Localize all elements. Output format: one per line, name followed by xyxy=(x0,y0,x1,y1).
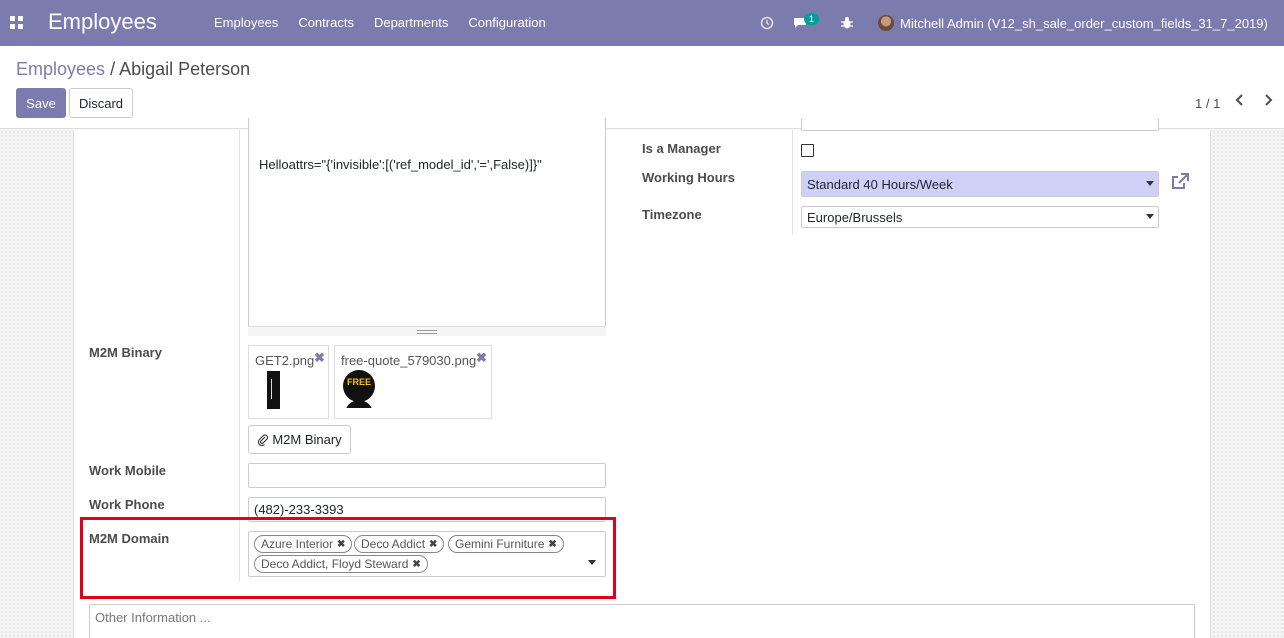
user-name: Mitchell Admin (V12_sh_sale_order_custom… xyxy=(900,15,1268,31)
timezone-dropdown-icon[interactable] xyxy=(1146,214,1154,219)
work-phone-label: Work Phone xyxy=(89,497,165,512)
label-column-divider xyxy=(239,130,240,582)
thumbnail-text: FREE xyxy=(346,377,371,387)
debug-bug-icon[interactable] xyxy=(840,0,854,46)
menu-configuration[interactable]: Configuration xyxy=(458,15,555,30)
pager-previous-icon[interactable] xyxy=(1234,93,1246,112)
menu-departments[interactable]: Departments xyxy=(364,15,458,30)
pager-value[interactable]: 1 / 1 xyxy=(1195,96,1220,111)
work-mobile-input[interactable] xyxy=(248,463,606,488)
attachment-free-quote[interactable]: free-quote_579030.png ✖ FREE xyxy=(334,345,492,419)
apps-grid-icon[interactable] xyxy=(10,16,24,30)
attachment-name: GET2.png xyxy=(255,353,315,368)
app-title: Employees xyxy=(48,9,157,34)
attachment-name: free-quote_579030.png xyxy=(341,353,477,368)
work-mobile-label: Work Mobile xyxy=(89,463,167,478)
highlight-annotation-box xyxy=(80,517,616,599)
avatar xyxy=(878,15,894,31)
timezone-label: Timezone xyxy=(642,207,702,222)
messages-chat-icon[interactable]: 1 xyxy=(792,0,820,46)
editor-resize-handle[interactable] xyxy=(248,326,606,336)
working-hours-select[interactable]: Standard 40 Hours/Week xyxy=(801,171,1159,197)
top-navbar: Employees Employees Contracts Department… xyxy=(0,0,1284,46)
breadcrumb-parent[interactable]: Employees xyxy=(16,59,105,79)
timezone-select[interactable]: Europe/Brussels xyxy=(801,206,1159,228)
discard-button[interactable]: Discard xyxy=(69,88,133,118)
remove-attachment-icon[interactable]: ✖ xyxy=(476,350,487,366)
breadcrumb-separator: / xyxy=(110,59,116,79)
attachment-thumbnail: FREE xyxy=(343,370,375,408)
field-above-manager[interactable] xyxy=(801,118,1159,131)
main-menu: Employees Contracts Departments Configur… xyxy=(204,15,556,30)
is-manager-checkbox[interactable] xyxy=(801,144,814,157)
activity-clock-icon[interactable] xyxy=(760,0,774,46)
menu-employees[interactable]: Employees xyxy=(204,15,288,30)
other-information-field[interactable]: Other Information ... xyxy=(89,604,1195,638)
m2m-binary-upload-label: M2M Binary xyxy=(272,432,342,447)
attachment-thumbnail xyxy=(267,371,280,409)
working-hours-label: Working Hours xyxy=(642,170,735,185)
working-hours-dropdown-icon[interactable] xyxy=(1146,181,1154,186)
pager-next-icon[interactable] xyxy=(1262,93,1274,112)
control-panel: Employees / Abigail Peterson Save Discar… xyxy=(0,46,1284,129)
save-button[interactable]: Save xyxy=(16,88,66,118)
m2m-binary-upload-button[interactable]: M2M Binary xyxy=(248,425,351,454)
user-menu[interactable]: Mitchell Admin (V12_sh_sale_order_custom… xyxy=(878,0,1268,46)
breadcrumb-current: Abigail Peterson xyxy=(119,59,251,79)
right-label-divider xyxy=(792,130,793,235)
remove-attachment-icon[interactable]: ✖ xyxy=(314,350,325,366)
breadcrumb: Employees / Abigail Peterson xyxy=(16,59,250,80)
chat-badge: 1 xyxy=(804,13,820,25)
attachment-get2[interactable]: GET2.png ✖ xyxy=(248,345,329,419)
menu-contracts[interactable]: Contracts xyxy=(288,15,364,30)
external-link-icon[interactable] xyxy=(1170,172,1190,192)
is-manager-label: Is a Manager xyxy=(642,141,721,156)
html-editor[interactable] xyxy=(248,118,606,336)
m2m-binary-label: M2M Binary xyxy=(89,345,162,360)
paperclip-icon xyxy=(258,433,269,446)
editor-content[interactable]: Helloattrs="{'invisible':[('ref_model_id… xyxy=(259,157,542,172)
